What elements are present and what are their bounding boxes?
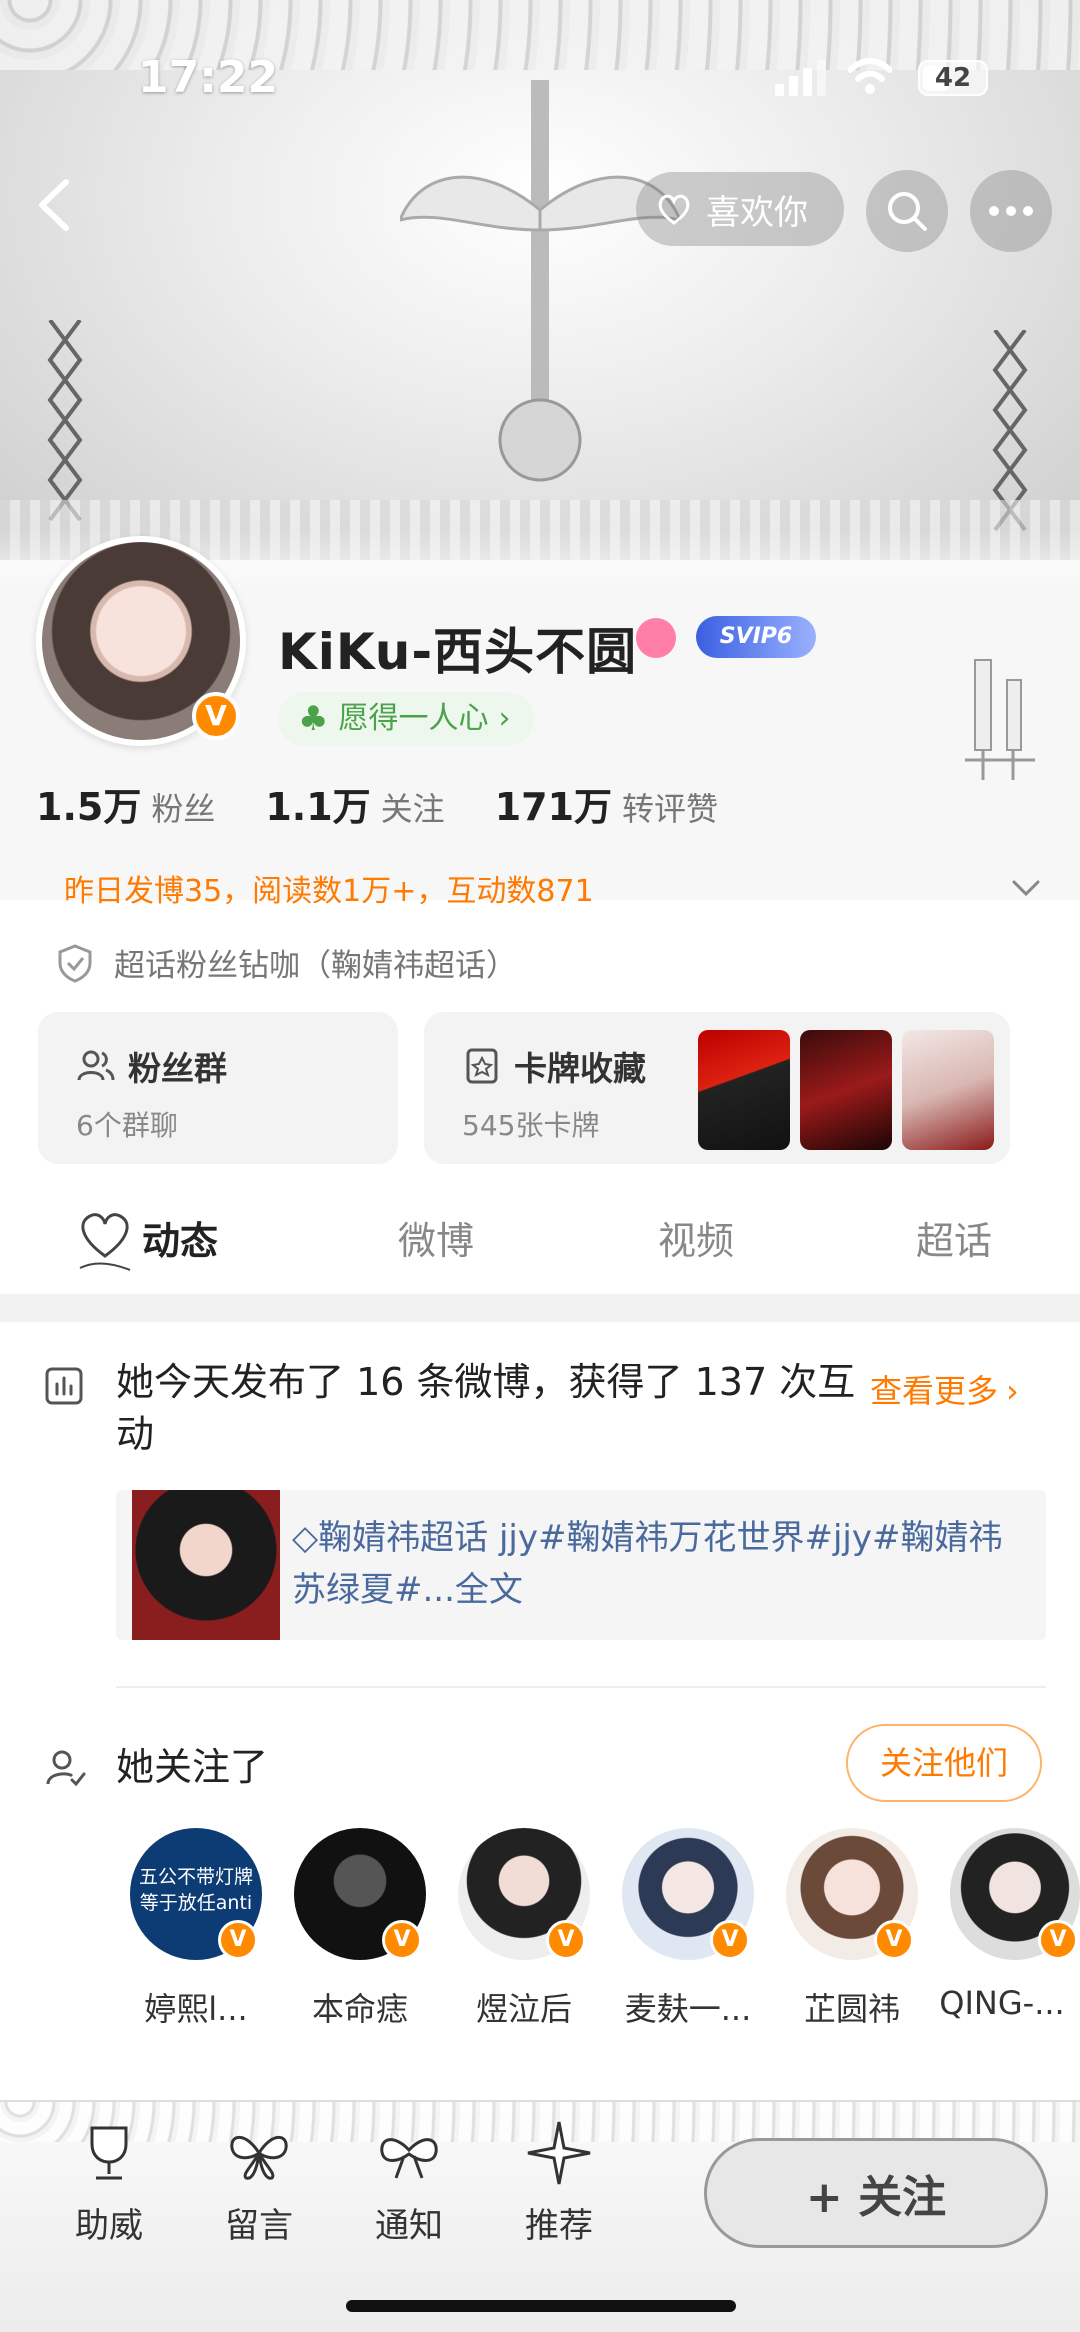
search-button[interactable] [866,170,948,252]
candle-decoration [965,659,1035,780]
butterfly-icon [230,2135,288,2180]
shield-icon [58,943,92,983]
bow-icon [380,2138,438,2179]
post-preview-text: ◇鞠婧祎超话 jjy#鞠婧祎万花世界#jjy#鞠婧祎苏绿夏#...全文 [292,1512,1032,1616]
tab-weibo[interactable]: 微博 [398,1210,474,1265]
heart-sparkle-icon [79,1213,131,1271]
group-icon [77,1050,115,1081]
stat-value: 171万 [494,785,613,829]
stat-label: 转评赞 [622,790,719,828]
verified-badge: V [192,692,240,740]
stat-label: 关注 [380,790,445,828]
card-star-icon [466,1048,498,1084]
home-indicator [346,2300,736,2312]
message-button[interactable] [204,2118,314,2192]
motto-tag[interactable]: ♣ 愿得一人心 › [278,692,535,746]
follow-button[interactable]: + 关注 [704,2138,1048,2248]
profile-tabs: 动态 微博 视频 超话 [0,1180,1080,1292]
activity-summary: 昨日发博35，阅读数1万+，互动数871 [64,874,594,909]
notify-button[interactable] [354,2118,464,2192]
battery-indicator: 42 [918,60,988,96]
recommend-label: 推荐 [525,2206,593,2246]
following-name[interactable]: 芷圆祎 [772,1984,932,2030]
verified-badge: V [710,1920,750,1960]
verified-badge: V [546,1920,586,1960]
card-collection-count: 545张卡牌 [462,1109,600,1142]
stat-fans[interactable]: 1.5万 粉丝 [36,776,215,831]
card-thumbnail[interactable] [902,1030,994,1150]
back-icon[interactable] [24,170,84,240]
chevron-right-icon: › [498,701,511,736]
post-text: 鞠婧祎超话 jjy#鞠婧祎万花世界#jjy#鞠婧祎苏绿夏#...全文 [292,1518,1003,1610]
more-icon [989,206,1033,216]
tab-dynamic[interactable]: 动态 [142,1210,218,1265]
svip-badge[interactable]: SVIP6 [696,616,816,658]
stat-interactions[interactable]: 171万 转评赞 [495,776,718,831]
more-button[interactable] [970,170,1052,252]
card-thumbnail[interactable] [800,1030,892,1150]
following-name[interactable]: 麦麸一... [608,1984,768,2030]
wifi-icon [848,58,892,94]
battery-level: 42 [934,63,972,93]
status-bar: 17:22 42 [0,0,1080,130]
section-divider [0,1294,1080,1322]
fans-group-count: 6个群聊 [76,1109,178,1142]
message-label: 留言 [225,2206,293,2246]
follow-them-button[interactable]: 关注他们 [846,1724,1042,1802]
clover-icon: ♣ [298,699,329,739]
fans-group-title: 粉丝群 [76,1042,227,1090]
fans-group-label: 粉丝群 [128,1049,227,1088]
verified-badge: V [1038,1920,1078,1960]
hand-heart-icon [658,194,690,225]
verified-badge: V [382,1920,422,1960]
following-name[interactable]: QING-... [924,1984,1080,2022]
tab-chaohua[interactable]: 超话 [916,1210,992,1265]
card-collection-label: 卡牌收藏 [514,1049,646,1088]
stat-value: 1.1万 [265,785,371,829]
motto-text: 愿得一人心 [338,701,489,736]
user-check-icon [46,1750,86,1787]
signal-icon [775,60,826,96]
bar-chart-icon [45,1367,83,1405]
divider [116,1686,1046,1688]
like-you-label: 喜欢你 [706,192,808,233]
trophy-icon [90,2126,128,2180]
stat-label: 粉丝 [151,790,216,828]
chaohua-text: 超话粉丝钻咖（鞠婧祎超话） [114,948,517,984]
view-more-link[interactable]: 查看更多 › [870,1366,1019,1412]
status-time: 17:22 [138,52,279,103]
verified-badge: V [874,1920,914,1960]
chaohua-icon[interactable] [636,618,676,658]
card-thumbnail[interactable] [698,1030,790,1150]
daily-summary-text: 她今天发布了 16 条微博，获得了 137 次互动 [116,1360,856,1456]
username: KiKu-西头不圆 [278,623,638,681]
sparkle-icon [527,2121,591,2185]
post-preview-card[interactable]: ◇鞠婧祎超话 jjy#鞠婧祎万花世界#jjy#鞠婧祎苏绿夏#...全文 [116,1490,1046,1640]
post-thumbnail [132,1490,280,1640]
following-title: 她关注了 [116,1745,269,1789]
stat-following[interactable]: 1.1万 关注 [265,776,444,831]
diamond-icon: ◇ [292,1518,319,1558]
following-name[interactable]: 本命痣 [280,1984,440,2030]
card-collection-title: 卡牌收藏 [462,1042,646,1090]
recommend-button[interactable] [504,2118,614,2192]
tab-video[interactable]: 视频 [658,1210,734,1265]
cheer-label: 助威 [75,2206,143,2246]
stat-value: 1.5万 [36,785,142,829]
avatar-text: 五公不带灯牌 等于放任anti [138,1866,253,1914]
chevron-right-icon: › [1006,1372,1019,1410]
following-name[interactable]: 婷熙l... [116,1984,276,2030]
chevron-down-icon[interactable] [1008,870,1044,906]
notify-label: 通知 [375,2206,443,2246]
verified-badge: V [218,1920,258,1960]
fans-group-card[interactable]: 粉丝群 6个群聊 [38,1012,398,1164]
following-name[interactable]: 煜泣后 [444,1984,604,2030]
like-you-button[interactable]: 喜欢你 [636,172,844,246]
cheer-button[interactable] [54,2118,164,2192]
stats-row: 1.5万 粉丝 1.1万 关注 171万 转评赞 [36,776,768,831]
chaohua-rank[interactable]: 超话粉丝钻咖（鞠婧祎超话） [56,940,517,985]
search-icon [888,192,927,231]
view-more-label: 查看更多 [870,1372,999,1410]
